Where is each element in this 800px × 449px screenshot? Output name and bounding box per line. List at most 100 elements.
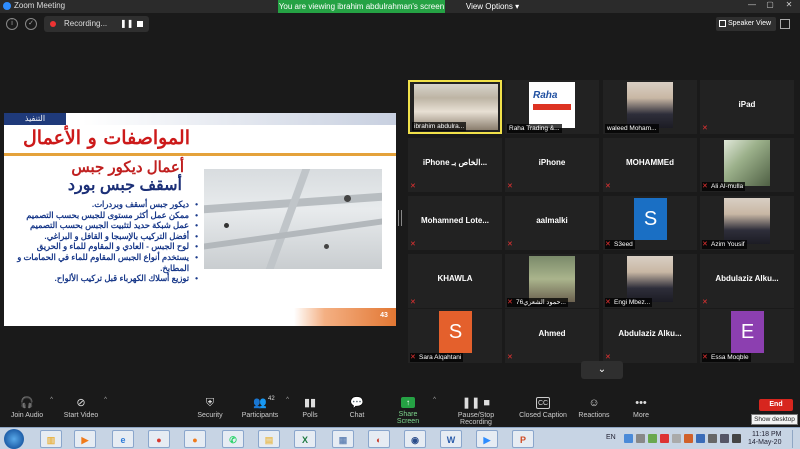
participant-tile[interactable]: Ahmed ✕ xyxy=(505,309,599,363)
participant-tile[interactable]: iPhone ✕ xyxy=(505,138,599,192)
chat-button[interactable]: 💬 Chat xyxy=(346,397,368,425)
close-icon[interactable]: ✕ xyxy=(781,0,797,13)
start-video-label: Start Video xyxy=(63,412,99,419)
participants-count: 42 xyxy=(268,396,275,402)
more-button[interactable]: ••• More xyxy=(630,397,652,425)
muted-mic-icon: ✕ xyxy=(507,183,513,190)
participant-tile[interactable]: Engi Mbez... ✕ xyxy=(603,254,697,308)
participant-name: aalmalki xyxy=(536,216,568,225)
whatsapp-icon[interactable]: ✆ xyxy=(222,430,244,448)
participants-button[interactable]: 👥 42 Participants ^ xyxy=(238,396,289,425)
view-options-button[interactable]: View Options ▾ xyxy=(455,0,530,13)
reactions-button[interactable]: ☺ Reactions xyxy=(578,397,610,425)
tray-signal-icon[interactable] xyxy=(720,434,729,443)
tray-help-icon[interactable] xyxy=(636,434,645,443)
windows-start-icon[interactable] xyxy=(4,429,24,449)
pause-recording-icon[interactable]: ❚❚ xyxy=(120,19,133,28)
speaker-view-button[interactable]: Speaker View xyxy=(716,17,776,31)
muted-mic-icon: ✕ xyxy=(702,241,708,248)
word-icon[interactable]: W xyxy=(440,430,462,448)
participant-name: 76حمود الشعري... xyxy=(507,298,568,307)
participant-name: Raha Trading &... xyxy=(507,124,562,133)
tray-app-icon[interactable] xyxy=(648,434,657,443)
participant-name: Sara Alqahtani xyxy=(410,353,464,362)
zoom-icon[interactable]: ▶ xyxy=(476,430,498,448)
participant-tile[interactable]: S Sara Alqahtani ✕ xyxy=(408,309,502,363)
participant-tile[interactable]: Azim Yousif ✕ xyxy=(700,196,794,250)
folder-icon[interactable]: ▤ xyxy=(258,430,280,448)
muted-mic-icon: ✕ xyxy=(605,241,611,248)
participant-tile[interactable]: iPhone الخاص بـ... ✕ xyxy=(408,138,502,192)
powerpoint-icon[interactable]: P xyxy=(512,430,534,448)
encryption-shield-icon[interactable]: ✓ xyxy=(25,18,37,30)
pause-stop-icon: ❚❚ ■ xyxy=(461,397,491,409)
gallery-next-page-button[interactable]: ⌄ xyxy=(581,361,623,379)
participant-tile[interactable]: aalmalki ✕ xyxy=(505,196,599,250)
muted-mic-icon: ✕ xyxy=(605,183,611,190)
more-dots-icon: ••• xyxy=(635,397,647,409)
participant-avatar: E xyxy=(731,311,764,353)
excel-icon[interactable]: X xyxy=(294,430,316,448)
reactions-label: Reactions xyxy=(578,412,610,419)
tray-app2-icon[interactable] xyxy=(684,434,693,443)
join-audio-caret-icon[interactable]: ^ xyxy=(50,397,53,403)
explorer-icon[interactable]: ▥ xyxy=(40,430,62,448)
internet-explorer-icon[interactable]: e xyxy=(112,430,134,448)
polls-button[interactable]: ▮▮ Polls xyxy=(298,397,322,425)
firefox-icon[interactable]: ● xyxy=(184,430,206,448)
end-meeting-button[interactable]: End xyxy=(759,399,793,411)
show-desktop-button[interactable] xyxy=(792,430,800,448)
participant-tile[interactable]: MOHAMMEd ✕ xyxy=(603,138,697,192)
participant-tile[interactable]: ibrahim abdulra... xyxy=(408,80,502,134)
join-audio-button[interactable]: 🎧 Join Audio ^ xyxy=(8,397,53,425)
participants-caret-icon[interactable]: ^ xyxy=(286,397,289,403)
language-indicator[interactable]: EN xyxy=(606,434,616,441)
participant-tile[interactable]: S S3eed ✕ xyxy=(603,196,697,250)
share-screen-caret-icon[interactable]: ^ xyxy=(433,397,436,403)
share-screen-button[interactable]: ↑ Share Screen ^ xyxy=(387,397,436,425)
tray-volume-icon[interactable] xyxy=(732,434,741,443)
view-options-label: View Options xyxy=(465,2,513,11)
participant-tile[interactable]: Ali Al-mulla ✕ xyxy=(700,138,794,192)
fullscreen-icon[interactable] xyxy=(780,19,790,29)
panel-resize-handle[interactable] xyxy=(398,210,402,226)
app-red-icon[interactable]: ◐ xyxy=(368,430,390,448)
participant-tile[interactable]: 76حمود الشعري... ✕ xyxy=(505,254,599,308)
pause-stop-recording-button[interactable]: ❚❚ ■ Pause/Stop Recording xyxy=(441,397,511,426)
company-logo: Raha xyxy=(533,90,558,101)
participant-tile[interactable]: iPad ✕ xyxy=(700,80,794,134)
clock-date[interactable]: 14-May-20 xyxy=(748,439,781,446)
maximize-icon[interactable]: ▢ xyxy=(762,0,778,13)
clock-time[interactable]: 11:18 PM xyxy=(752,431,781,438)
tray-app3-icon[interactable] xyxy=(696,434,705,443)
media-player-icon[interactable]: ▶ xyxy=(74,430,96,448)
slide-page-number: 43 xyxy=(380,312,388,319)
participant-tile[interactable]: waleed Moham... xyxy=(603,80,697,134)
closed-caption-button[interactable]: CC Closed Caption xyxy=(518,397,568,425)
security-button[interactable]: ⛨ Security xyxy=(192,397,228,425)
meeting-info-icon[interactable]: i xyxy=(6,18,18,30)
participant-tile[interactable]: KHAWLA ✕ xyxy=(408,254,502,308)
shared-screen-slide: التنفيذ المواصفات و الأعمال أعمال ديكور … xyxy=(4,113,396,326)
start-video-caret-icon[interactable]: ^ xyxy=(104,397,107,403)
participant-name: Engi Mbez... xyxy=(605,298,653,307)
chrome-icon[interactable]: ● xyxy=(148,430,170,448)
muted-mic-icon: ✕ xyxy=(410,241,416,248)
tray-app4-icon[interactable] xyxy=(708,434,717,443)
notepad-icon[interactable]: ▦ xyxy=(332,430,354,448)
slide-section-tag: التنفيذ xyxy=(4,113,66,125)
share-screen-icon: ↑ xyxy=(401,397,415,408)
start-video-button[interactable]: ⊘ Start Video ^ xyxy=(62,397,107,425)
minimize-icon[interactable]: — xyxy=(744,0,760,13)
tray-security-icon[interactable] xyxy=(660,434,669,443)
participant-tile[interactable]: Mohamned Lote... ✕ xyxy=(408,196,502,250)
participant-tile[interactable]: E Essa Moqble ✕ xyxy=(700,309,794,363)
participant-tile[interactable]: Raha Raha Trading &... xyxy=(505,80,599,134)
participant-tile[interactable]: Abdulaziz Alku... ✕ xyxy=(603,309,697,363)
stop-recording-icon[interactable] xyxy=(137,21,143,27)
tray-flag-icon[interactable] xyxy=(672,434,681,443)
participant-tile[interactable]: Abdulaziz Alku... ✕ xyxy=(700,254,794,308)
chat-icon: 💬 xyxy=(350,397,364,409)
tray-network-icon[interactable] xyxy=(624,434,633,443)
app-blue-icon[interactable]: ◉ xyxy=(404,430,426,448)
